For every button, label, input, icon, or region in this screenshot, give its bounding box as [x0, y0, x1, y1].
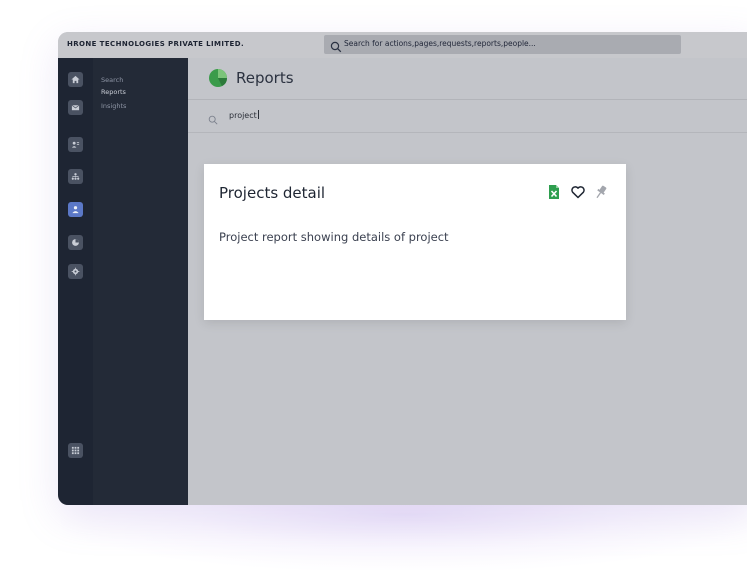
page-header: Reports [188, 58, 747, 100]
rail-settings[interactable] [68, 264, 83, 279]
company-name: HRONE TECHNOLOGIES PRIVATE LIMITED. [67, 40, 245, 48]
global-search[interactable]: Search for actions,pages,requests,report… [324, 35, 681, 54]
search-icon [330, 38, 342, 53]
subnav-item-search[interactable]: Search [101, 76, 123, 84]
rail-contacts[interactable] [68, 137, 83, 152]
rail-org[interactable] [68, 169, 83, 184]
subnav-item-insights[interactable]: Insights [101, 102, 126, 110]
reports-logo-icon [208, 68, 228, 88]
report-search[interactable]: project [188, 100, 747, 133]
main-content: Reports project Projects detail Project … [188, 58, 747, 505]
text-caret [257, 110, 259, 119]
top-bar: HRONE TECHNOLOGIES PRIVATE LIMITED. Sear… [58, 32, 747, 59]
icon-rail [58, 58, 93, 505]
pie-chart-icon [72, 239, 79, 246]
settings-icon [71, 267, 80, 276]
rail-mail[interactable] [68, 100, 83, 115]
rail-reports[interactable] [68, 235, 83, 250]
report-search-input[interactable]: project [229, 110, 259, 120]
app-window: HRONE TECHNOLOGIES PRIVATE LIMITED. Sear… [58, 32, 747, 505]
report-card-description: Project report showing details of projec… [219, 230, 449, 244]
subnav-item-reports[interactable]: Reports [101, 88, 126, 96]
report-card-title[interactable]: Projects detail [219, 184, 325, 202]
pin-icon[interactable] [593, 184, 609, 200]
home-icon [71, 75, 80, 84]
global-search-placeholder: Search for actions,pages,requests,report… [344, 39, 536, 48]
apps-grid-icon [71, 446, 80, 455]
sub-navigation: Search Reports Insights [93, 58, 188, 505]
page-title: Reports [236, 69, 294, 87]
report-search-value: project [229, 111, 257, 120]
search-icon [208, 110, 218, 125]
user-card-icon [71, 141, 80, 148]
mail-icon [71, 104, 80, 111]
org-chart-icon [71, 173, 80, 180]
excel-file-icon[interactable] [546, 184, 562, 200]
rail-home[interactable] [68, 72, 83, 87]
report-card[interactable]: Projects detail Project report showing d… [204, 164, 626, 320]
rail-apps[interactable] [68, 443, 83, 458]
heart-icon[interactable] [570, 184, 586, 200]
person-icon [72, 206, 79, 214]
rail-people[interactable] [68, 202, 83, 217]
